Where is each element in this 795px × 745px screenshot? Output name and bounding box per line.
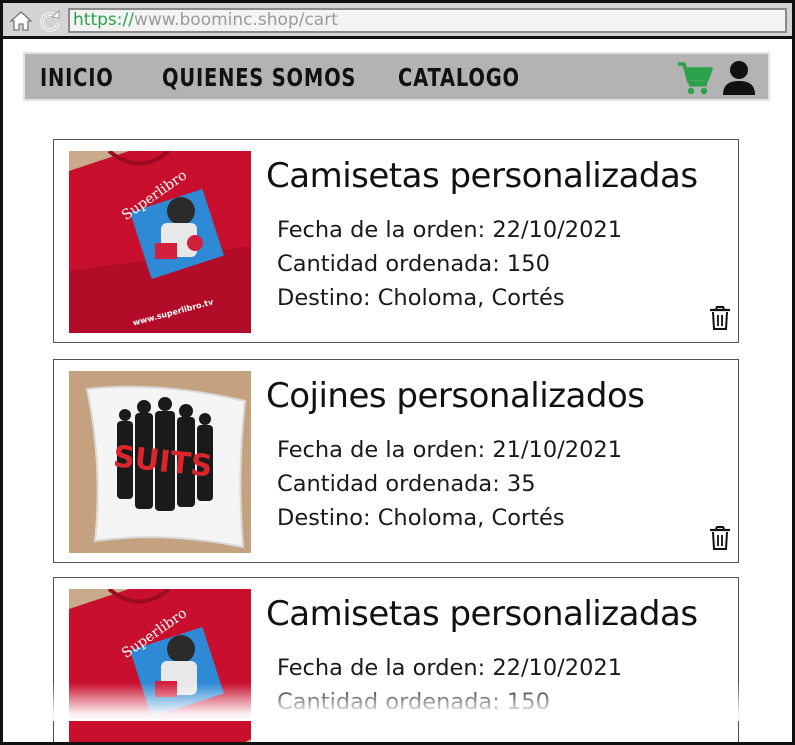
order-destination: Destino: Choloma, Cortés: [277, 285, 565, 311]
order-card: SUITS Cojines personalizados Fecha de la…: [53, 359, 739, 563]
order-card: Superlibro Camisetas personalizadas Fech…: [53, 577, 739, 742]
order-title: Camisetas personalizadas: [266, 594, 698, 634]
order-quantity: Cantidad ordenada: 35: [277, 471, 536, 497]
order-card: Superlibro www.superlibro.tv Camisetas p…: [53, 139, 739, 343]
order-date: Fecha de la orden: 22/10/2021: [277, 217, 623, 243]
order-quantity: Cantidad ordenada: 150: [277, 689, 550, 715]
trash-icon[interactable]: [709, 306, 731, 330]
product-image-pillow: SUITS: [69, 371, 251, 553]
trash-icon[interactable]: [709, 526, 731, 550]
order-destination: Destino: Choloma, Cortés: [277, 505, 565, 531]
product-image-tshirt: Superlibro www.superlibro.tv: [69, 151, 251, 333]
order-title: Cojines personalizados: [266, 376, 645, 416]
product-image-tshirt: Superlibro: [69, 589, 251, 742]
order-date: Fecha de la orden: 21/10/2021: [277, 437, 623, 463]
order-quantity: Cantidad ordenada: 150: [277, 251, 550, 277]
order-date: Fecha de la orden: 22/10/2021: [277, 655, 623, 681]
order-title: Camisetas personalizadas: [266, 156, 698, 196]
browser-window: https://www.boominc.shop/cart INICIO QUI…: [0, 0, 795, 745]
order-list: Superlibro www.superlibro.tv Camisetas p…: [3, 3, 792, 742]
